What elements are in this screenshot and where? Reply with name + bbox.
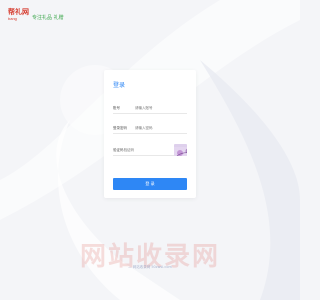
password-input[interactable] — [135, 124, 187, 132]
account-field: 账号 — [113, 103, 187, 114]
footer-link[interactable]: — 网站收录网 50zwsl.com — [0, 265, 300, 270]
captcha-field: 验证码 — [113, 144, 187, 156]
password-field: 登录密码 — [113, 123, 187, 134]
login-button[interactable]: 登 录 — [113, 178, 187, 190]
captcha-image[interactable] — [173, 144, 187, 156]
password-label: 登录密码 — [113, 125, 127, 130]
captcha-input[interactable] — [123, 146, 172, 154]
login-card: 登录 账号 登录密码 验证码 登 录 — [104, 70, 196, 198]
logo-mark: 帮礼网 bang — [8, 7, 30, 22]
account-input[interactable] — [135, 104, 187, 112]
captcha-label: 验证码 — [113, 147, 124, 152]
logo-sub: bang — [8, 16, 17, 21]
account-label: 账号 — [113, 105, 120, 110]
login-title: 登录 — [113, 82, 126, 89]
logo-name: 帮礼网 — [8, 8, 29, 16]
logo-slogan: 专注礼品 礼赠 — [32, 15, 64, 21]
site-logo[interactable]: 帮礼网 bang 专注礼品 礼赠 — [8, 7, 64, 22]
